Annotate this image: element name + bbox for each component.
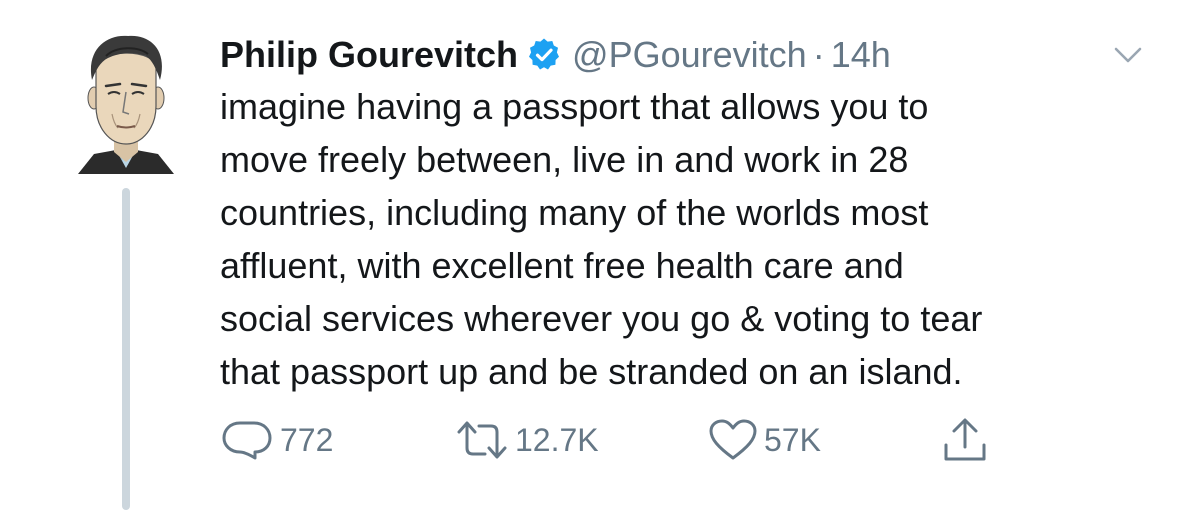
tweet-text-line: imagine having a passport that allows yo… bbox=[220, 86, 929, 127]
timestamp[interactable]: 14h bbox=[831, 34, 891, 76]
tweet-text-line: countries, including many of the worlds … bbox=[220, 192, 929, 233]
tweet-text-line: move freely between, live in and work in… bbox=[220, 139, 909, 180]
thread-line bbox=[122, 188, 130, 510]
separator-dot: · bbox=[812, 34, 825, 75]
like-count: 57K bbox=[764, 421, 821, 458]
display-name[interactable]: Philip Gourevitch bbox=[220, 34, 518, 76]
heart-icon bbox=[708, 418, 758, 462]
tweet-header: Philip Gourevitch @PGourevitch · 14h bbox=[220, 30, 891, 80]
share-icon bbox=[940, 417, 990, 463]
user-handle[interactable]: @PGourevitch bbox=[572, 34, 807, 76]
avatar[interactable] bbox=[76, 28, 176, 178]
tweet-text-line: that passport up and be stranded on an i… bbox=[220, 351, 963, 392]
reply-icon bbox=[220, 418, 274, 462]
verified-badge-icon bbox=[526, 37, 562, 73]
retweet-icon bbox=[455, 418, 509, 462]
avatar-illustration bbox=[78, 35, 174, 174]
like-button[interactable]: 57K bbox=[708, 415, 821, 465]
retweet-button[interactable]: 12.7K bbox=[455, 415, 599, 465]
tweet-text: imagine having a passport that allows yo… bbox=[220, 80, 1180, 398]
action-bar: 772 12.7K 57K bbox=[220, 415, 1020, 465]
tweet: Philip Gourevitch @PGourevitch · 14h ima… bbox=[0, 0, 1200, 521]
retweet-count: 12.7K bbox=[515, 421, 599, 458]
share-button[interactable] bbox=[940, 415, 990, 465]
reply-button[interactable]: 772 bbox=[220, 415, 333, 465]
tweet-text-line: affluent, with excellent free health car… bbox=[220, 245, 904, 286]
chevron-down-icon[interactable] bbox=[1110, 40, 1146, 70]
tweet-text-line: social services wherever you go & voting… bbox=[220, 298, 983, 339]
reply-count: 772 bbox=[280, 421, 334, 458]
